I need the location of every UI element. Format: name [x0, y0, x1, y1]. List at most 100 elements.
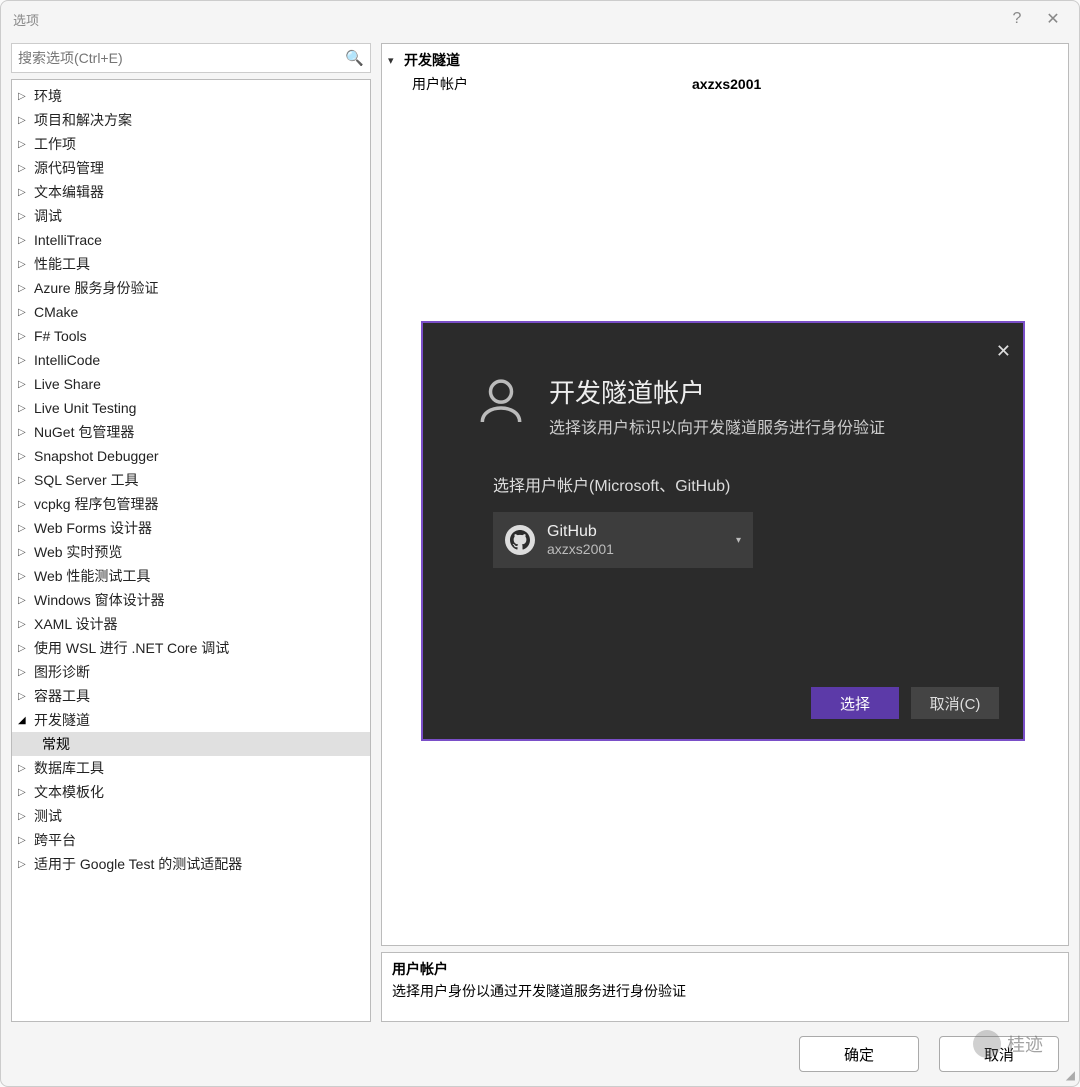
tree-item[interactable]: ◢开发隧道 — [12, 708, 370, 732]
tree-item-label: 使用 WSL 进行 .NET Core 调试 — [34, 638, 229, 658]
tree-item[interactable]: ▷图形诊断 — [12, 660, 370, 684]
tree-item[interactable]: ▷源代码管理 — [12, 156, 370, 180]
tree-item-label: 项目和解决方案 — [34, 110, 132, 130]
search-input-wrap[interactable]: 🔍 — [11, 43, 371, 73]
modal-title: 开发隧道帐户 — [549, 373, 885, 410]
tree-item[interactable]: ▷Live Share — [12, 372, 370, 396]
dialog-footer: 确定 取消 — [1, 1022, 1079, 1086]
chevron-right-icon: ▷ — [18, 259, 30, 270]
tree-item[interactable]: ▷Live Unit Testing — [12, 396, 370, 420]
tree-item-label: Azure 服务身份验证 — [34, 278, 158, 298]
modal-select-button[interactable]: 选择 — [811, 687, 899, 719]
tree-subitem[interactable]: 常规 — [12, 732, 370, 756]
account-modal: ✕ 开发隧道帐户 选择该用户标识以向开发隧道服务进行身份验证 选择用户帐户(Mi… — [421, 321, 1025, 741]
chevron-right-icon: ▷ — [18, 475, 30, 486]
tree-item[interactable]: ▷跨平台 — [12, 828, 370, 852]
tree-item[interactable]: ▷Snapshot Debugger — [12, 444, 370, 468]
chevron-right-icon: ▷ — [18, 163, 30, 174]
chevron-right-icon: ▷ — [18, 139, 30, 150]
wechat-icon — [973, 1030, 1001, 1058]
tree-item[interactable]: ▷ 工作项 — [12, 132, 370, 156]
chevron-right-icon: ▷ — [18, 427, 30, 438]
tree-item[interactable]: ▷XAML 设计器 — [12, 612, 370, 636]
tree-item-label: NuGet 包管理器 — [34, 422, 134, 442]
tree-item-label: Web 实时预览 — [34, 542, 122, 562]
chevron-right-icon: ▷ — [18, 787, 30, 798]
watermark-text: 桂迹 — [1007, 1031, 1043, 1057]
tree-item-label: 工作项 — [34, 134, 76, 154]
tree-item-label: Web 性能测试工具 — [34, 566, 150, 586]
tree-item-label: 环境 — [34, 86, 62, 106]
options-tree[interactable]: ▷环境▷项目和解决方案▷工作项▷源代码管理▷文本编辑器▷调试▷IntelliTr… — [11, 79, 371, 1022]
account-name: axzxs2001 — [547, 541, 614, 557]
tree-item-label: 测试 — [34, 806, 62, 826]
tree-item-label: 容器工具 — [34, 686, 90, 706]
left-panel: 🔍 ▷环境▷项目和解决方案▷工作项▷源代码管理▷文本编辑器▷调试▷Intelli… — [11, 43, 371, 1022]
modal-close-icon[interactable]: ✕ — [996, 341, 1011, 362]
tree-item[interactable]: ▷ Azure 服务身份验证 — [12, 276, 370, 300]
chevron-right-icon: ▷ — [18, 91, 30, 102]
tree-item-label: 适用于 Google Test 的测试适配器 — [34, 854, 242, 874]
tree-item[interactable]: ▷ NuGet 包管理器 — [12, 420, 370, 444]
chevron-right-icon: ▷ — [18, 763, 30, 774]
tree-item[interactable]: ▷Windows 窗体设计器 — [12, 588, 370, 612]
chevron-down-icon: ▾ — [388, 54, 404, 67]
tree-item[interactable]: ▷IntelliTrace — [12, 228, 370, 252]
tree-item[interactable]: ▷ 文本模板化 — [12, 780, 370, 804]
chevron-right-icon: ▷ — [18, 115, 30, 126]
tree-item[interactable]: ▷Web Forms 设计器 — [12, 516, 370, 540]
help-icon[interactable]: ? — [1003, 5, 1031, 33]
chevron-right-icon: ▷ — [18, 283, 30, 294]
modal-prompt: 选择用户帐户(Microsoft、GitHub) — [493, 472, 953, 496]
tree-item[interactable]: ▷ 性能工具 — [12, 252, 370, 276]
chevron-right-icon: ▷ — [18, 331, 30, 342]
tree-item[interactable]: ▷vcpkg 程序包管理器 — [12, 492, 370, 516]
property-row[interactable]: 用户帐户 axzxs2001 — [388, 72, 1062, 96]
resize-grip-icon[interactable]: ◢ — [1066, 1068, 1075, 1082]
modal-cancel-button[interactable]: 取消(C) — [911, 687, 999, 719]
tree-item[interactable]: ▷ 文本编辑器 — [12, 180, 370, 204]
chevron-right-icon: ▷ — [18, 403, 30, 414]
window-title: 选项 — [13, 10, 995, 29]
github-icon — [505, 525, 535, 555]
property-group-row[interactable]: ▾ 开发隧道 — [388, 48, 1062, 72]
tree-item[interactable]: ▷调试 — [12, 204, 370, 228]
account-dropdown[interactable]: GitHub axzxs2001 ▾ — [493, 512, 753, 568]
options-dialog: 选项 ? ✕ 🔍 ▷环境▷项目和解决方案▷工作项▷源代码管理▷文本编辑器▷调试▷… — [0, 0, 1080, 1087]
tree-item[interactable]: ▷适用于 Google Test 的测试适配器 — [12, 852, 370, 876]
description-title: 用户帐户 — [392, 959, 1058, 979]
tree-item-label: 数据库工具 — [34, 758, 104, 778]
chevron-right-icon: ▷ — [18, 643, 30, 654]
account-provider: GitHub — [547, 523, 614, 541]
tree-item-label: IntelliCode — [34, 352, 100, 368]
tree-item[interactable]: ▷ 项目和解决方案 — [12, 108, 370, 132]
chevron-right-icon: ▷ — [18, 187, 30, 198]
chevron-right-icon: ▷ — [18, 235, 30, 246]
titlebar: 选项 ? ✕ — [1, 1, 1079, 37]
chevron-right-icon: ▷ — [18, 835, 30, 846]
tree-item[interactable]: ▷SQL Server 工具 — [12, 468, 370, 492]
user-icon — [473, 373, 529, 429]
tree-item[interactable]: ▷ 使用 WSL 进行 .NET Core 调试 — [12, 636, 370, 660]
tree-item[interactable]: ▷CMake — [12, 300, 370, 324]
tree-item[interactable]: ▷测试 — [12, 804, 370, 828]
tree-item[interactable]: ▷ 数据库工具 — [12, 756, 370, 780]
tree-item-label: 文本编辑器 — [34, 182, 104, 202]
tree-item[interactable]: ▷F# Tools — [12, 324, 370, 348]
search-input[interactable] — [18, 50, 345, 66]
tree-item[interactable]: ▷Web 性能测试工具 — [12, 564, 370, 588]
chevron-right-icon: ▷ — [18, 691, 30, 702]
tree-item-label: 性能工具 — [34, 254, 90, 274]
property-group-label: 开发隧道 — [404, 50, 460, 70]
ok-button[interactable]: 确定 — [799, 1036, 919, 1072]
tree-item-label: Windows 窗体设计器 — [34, 590, 165, 610]
tree-item-label: 文本模板化 — [34, 782, 104, 802]
tree-item[interactable]: ▷ 环境 — [12, 84, 370, 108]
tree-item[interactable]: ▷IntelliCode — [12, 348, 370, 372]
tree-item[interactable]: ▷Web 实时预览 — [12, 540, 370, 564]
property-label: 用户帐户 — [412, 74, 692, 94]
chevron-right-icon: ▷ — [18, 451, 30, 462]
tree-item[interactable]: ▷ 容器工具 — [12, 684, 370, 708]
chevron-down-icon: ▾ — [736, 535, 741, 546]
close-icon[interactable]: ✕ — [1039, 5, 1067, 33]
